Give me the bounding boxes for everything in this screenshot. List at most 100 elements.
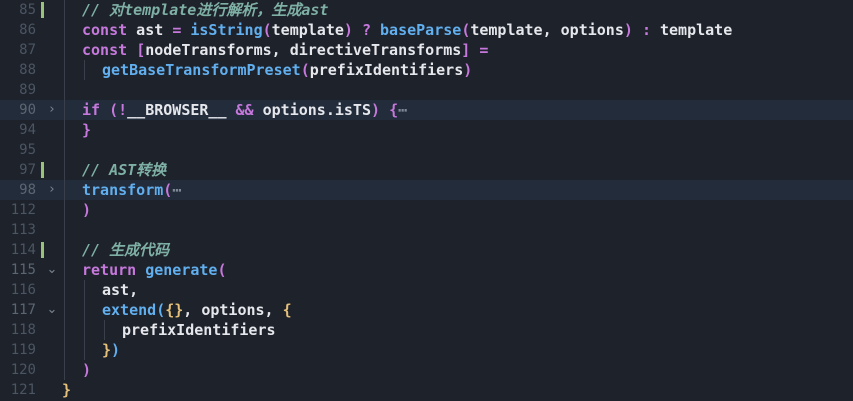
code-token: options.isTS — [253, 101, 371, 119]
indent-guide — [84, 280, 85, 360]
line-number: 97 — [19, 162, 36, 178]
line-number: 117 — [10, 302, 36, 318]
code-line[interactable]: 112) — [0, 200, 853, 220]
code-token: generate — [145, 261, 218, 279]
code-line[interactable]: 118 prefixIdentifiers — [0, 320, 853, 340]
code-token: prefixIdentifiers — [122, 321, 276, 339]
code-text: const [nodeTransforms, directiveTransfor… — [82, 40, 488, 60]
code-line[interactable]: 115 ⌄ return generate( — [0, 260, 853, 280]
code-text: prefixIdentifiers — [122, 320, 276, 340]
fold-expanded-chevron-icon[interactable]: ⌄ — [44, 300, 60, 320]
code-token: ( — [109, 101, 119, 119]
code-token: ) — [111, 341, 121, 359]
line-number: 115 — [10, 262, 36, 278]
code-token: ) — [82, 361, 92, 379]
code-token: {} — [165, 301, 184, 319]
code-text: getBaseTransformPreset(prefixIdentifiers… — [102, 60, 472, 80]
git-change-marker — [41, 242, 44, 258]
line-number: 94 — [19, 122, 36, 138]
code-line[interactable]: 90 › if (!__BROWSER__ && options.isTS) {⋯ — [0, 100, 853, 120]
line-number: 116 — [10, 282, 36, 298]
code-token: __BROWSER__ — [127, 101, 227, 119]
line-number: 90 — [19, 102, 36, 118]
code-token: ) — [343, 21, 353, 39]
code-text: if (!__BROWSER__ && options.isTS) {⋯ — [82, 100, 407, 120]
fold-ellipsis[interactable]: ⋯ — [172, 181, 181, 199]
code-text: return generate( — [82, 260, 227, 280]
code-text: }) — [102, 340, 120, 360]
code-line[interactable]: 88 getBaseTransformPreset(prefixIdentifie… — [0, 60, 853, 80]
line-number: 113 — [10, 222, 36, 238]
code-token: [ — [136, 41, 146, 59]
line-number: 120 — [10, 362, 36, 378]
code-line[interactable]: 114 // 生成代码 — [0, 240, 853, 260]
code-text: // 生成代码 — [82, 240, 169, 260]
code-line[interactable]: 89 — [0, 80, 853, 100]
line-number: 86 — [19, 22, 36, 38]
code-text: ast, — [102, 280, 138, 300]
code-token: if — [82, 101, 101, 119]
code-text: // AST转换 — [82, 160, 166, 180]
fold-ellipsis[interactable]: ⋯ — [398, 101, 407, 119]
code-token: } — [82, 121, 92, 139]
code-token: const — [82, 21, 128, 39]
code-token: ast, — [102, 281, 139, 299]
fold-expanded-chevron-icon[interactable]: ⌄ — [44, 260, 60, 280]
git-change-marker — [41, 162, 44, 178]
code-token: template — [650, 21, 733, 39]
code-text: } — [82, 120, 91, 140]
line-number: 98 — [19, 182, 36, 198]
code-token: return — [82, 261, 137, 279]
code-editor[interactable]: 85 // 对template进行解析，生成ast 86 const ast = is… — [0, 0, 853, 401]
code-token: ( — [217, 261, 227, 279]
code-line[interactable]: 94} — [0, 120, 853, 140]
code-text: ) — [82, 360, 91, 380]
code-line[interactable]: 87 const [nodeTransforms, directiveTransf… — [0, 40, 853, 60]
code-line[interactable]: 121} — [0, 380, 853, 400]
line-number: 121 — [10, 382, 36, 398]
code-token: ( — [300, 61, 310, 79]
code-token: ) — [463, 61, 473, 79]
code-line[interactable]: 117 ⌄ extend({}, options, { — [0, 300, 853, 320]
code-line[interactable]: 98 › transform(⋯ — [0, 180, 853, 200]
line-number: 88 — [19, 62, 36, 78]
code-line[interactable]: 97 // AST转换 — [0, 160, 853, 180]
code-line[interactable]: 116 ast, — [0, 280, 853, 300]
comment-token: // 生成代码 — [82, 241, 170, 259]
code-line[interactable]: 85 // 对template进行解析，生成ast — [0, 0, 853, 20]
code-token: transform — [82, 181, 164, 199]
code-text: ) — [82, 200, 91, 220]
code-line[interactable]: 95 — [0, 140, 853, 160]
code-token: ] — [461, 41, 471, 59]
code-token: } — [102, 341, 112, 359]
comment-token: // AST转换 — [82, 161, 167, 179]
fold-collapsed-chevron-icon[interactable]: › — [44, 100, 60, 120]
code-text: const ast = isString(template) ? basePar… — [82, 20, 732, 40]
code-token: template — [271, 21, 344, 39]
code-token: { — [389, 101, 399, 119]
code-line[interactable]: 119}) — [0, 340, 853, 360]
code-token: ast — [127, 21, 173, 39]
comment-token: // 对template进行解析，生成ast — [82, 1, 329, 19]
code-line[interactable]: 113 — [0, 220, 853, 240]
code-token: nodeTransforms, directiveTransforms — [145, 41, 462, 59]
line-number: 118 — [10, 322, 36, 338]
fold-collapsed-chevron-icon[interactable]: › — [44, 180, 60, 200]
code-line[interactable]: 86 const ast = isString(template) ? baseP… — [0, 20, 853, 40]
code-text: transform(⋯ — [82, 180, 181, 200]
line-number: 89 — [19, 82, 36, 98]
code-line[interactable]: 120) — [0, 360, 853, 380]
code-token: } — [62, 381, 72, 399]
git-change-marker — [41, 2, 44, 18]
code-token: = — [479, 41, 489, 59]
code-token: ( — [461, 21, 471, 39]
code-token: : — [641, 21, 651, 39]
indent-guide — [84, 60, 85, 80]
code-token: && — [235, 101, 254, 119]
